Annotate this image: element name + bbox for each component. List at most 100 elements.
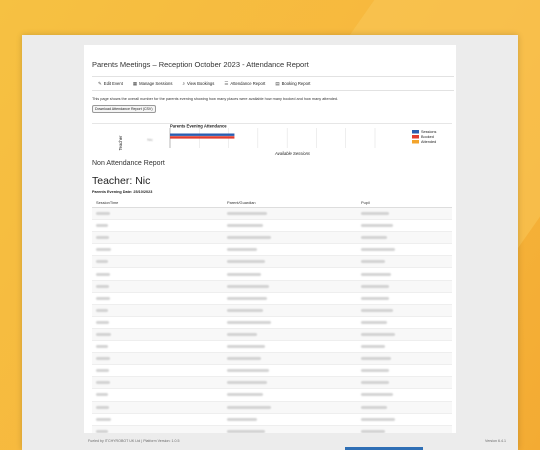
redacted-text — [96, 272, 110, 276]
redacted-text — [96, 393, 108, 397]
legend-swatch-booked — [412, 135, 419, 139]
cell-pupil — [361, 369, 452, 373]
cell-pupil — [361, 224, 452, 228]
redacted-text — [361, 296, 389, 300]
cell-session-time — [92, 236, 227, 240]
header-parent-guardian: Parent/Guardian — [227, 200, 256, 205]
redacted-text — [96, 332, 111, 336]
redacted-text — [361, 272, 391, 276]
cell-parent-guardian — [227, 405, 361, 409]
table-row — [92, 389, 452, 402]
redacted-text — [96, 320, 109, 324]
cell-parent-guardian — [227, 308, 361, 312]
redacted-text — [227, 393, 263, 397]
cell-session-time — [92, 369, 227, 373]
table-row — [92, 268, 452, 281]
footer-version: Version 6.4.1 — [485, 439, 506, 443]
table-row — [92, 414, 452, 426]
view-bookings-label: View Bookings — [186, 81, 215, 86]
redacted-text — [96, 369, 109, 373]
cell-pupil — [361, 308, 452, 312]
browser-window: Parents Meetings – Reception October 202… — [22, 35, 518, 450]
search-icon: ⌕ — [182, 81, 185, 86]
redacted-text — [227, 296, 267, 300]
redacted-text — [227, 260, 265, 264]
redacted-text — [361, 212, 389, 216]
cell-session-time — [92, 248, 227, 252]
cell-pupil — [361, 272, 452, 276]
table-row — [92, 328, 452, 342]
table-row — [92, 365, 452, 378]
chart-bar-booked — [170, 136, 235, 139]
chart-bar-sessions — [170, 133, 235, 136]
non-attendance-heading: Non Attendance Report — [92, 160, 165, 167]
redacted-text — [227, 284, 269, 288]
redacted-text — [227, 429, 265, 433]
download-csv-button[interactable]: Download Attendance Report (CSV) — [92, 105, 156, 113]
legend-label-booked: Booked — [421, 135, 434, 139]
cell-parent-guardian — [227, 393, 361, 397]
cell-session-time — [92, 345, 227, 349]
manage-sessions-button[interactable]: ▦ Manage Sessions — [129, 79, 177, 89]
redacted-text — [361, 357, 391, 361]
cell-session-time — [92, 357, 227, 361]
redacted-text — [96, 224, 108, 228]
table-row — [92, 341, 452, 354]
redacted-text — [96, 212, 110, 216]
table-row — [92, 256, 452, 269]
redacted-text — [361, 345, 385, 349]
booking-report-label: Booking Report — [281, 81, 311, 86]
legend-swatch-sessions — [412, 130, 419, 134]
redacted-text — [227, 224, 263, 228]
cell-session-time — [92, 405, 227, 409]
cell-pupil — [361, 248, 452, 252]
cell-parent-guardian — [227, 369, 361, 373]
header-pupil: Pupil — [361, 200, 370, 205]
cell-session-time — [92, 393, 227, 397]
report-page: Parents Meetings – Reception October 202… — [84, 45, 456, 433]
attendance-chart: Parents Evening Attendance Teacher Nic Avai… — [92, 123, 452, 158]
cell-session-time — [92, 320, 227, 324]
edit-event-label: Edit Event — [103, 81, 123, 86]
manage-sessions-label: Manage Sessions — [139, 81, 173, 86]
redacted-text — [227, 212, 267, 216]
redacted-text — [96, 296, 110, 300]
table-row — [92, 208, 452, 221]
table-row — [92, 377, 452, 390]
page-title: Parents Meetings – Reception October 202… — [92, 60, 309, 69]
redacted-text — [227, 381, 267, 385]
cell-parent-guardian — [227, 212, 361, 216]
cell-pupil — [361, 236, 452, 240]
table-row — [92, 353, 452, 366]
redacted-text — [361, 320, 387, 324]
redacted-text — [361, 284, 389, 288]
cell-pupil — [361, 405, 452, 409]
list-icon: ☰ — [224, 80, 229, 86]
table-row — [92, 317, 452, 329]
redacted-text — [96, 260, 108, 264]
view-bookings-button[interactable]: ⌕ View Bookings — [178, 79, 218, 89]
redacted-text — [227, 320, 271, 324]
redacted-text — [227, 236, 271, 240]
redacted-text — [96, 248, 111, 252]
booking-report-button[interactable]: ▤ Booking Report — [271, 79, 314, 89]
cell-pupil — [361, 296, 452, 300]
cell-pupil — [361, 393, 452, 397]
pencil-icon: ✎ — [98, 80, 102, 86]
redacted-text — [227, 248, 257, 252]
edit-event-button[interactable]: ✎ Edit Event — [94, 79, 127, 89]
redacted-text — [96, 381, 110, 385]
chart-title: Parents Evening Attendance — [170, 124, 227, 129]
cell-parent-guardian — [227, 332, 361, 336]
table-body — [92, 208, 452, 433]
redacted-text — [96, 345, 108, 349]
action-toolbar: ✎ Edit Event ▦ Manage Sessions ⌕ View Bo… — [92, 76, 454, 91]
non-attendance-table: SessionTime Parent/Guardian Pupil — [92, 198, 452, 433]
cell-parent-guardian — [227, 429, 361, 433]
cell-session-time — [92, 417, 227, 421]
legend-swatch-attended — [412, 140, 419, 144]
teacher-heading: Teacher: Nic — [92, 175, 151, 187]
attendance-report-button[interactable]: ☰ Attendance Report — [220, 79, 269, 89]
redacted-text — [361, 224, 393, 228]
cell-parent-guardian — [227, 248, 361, 252]
